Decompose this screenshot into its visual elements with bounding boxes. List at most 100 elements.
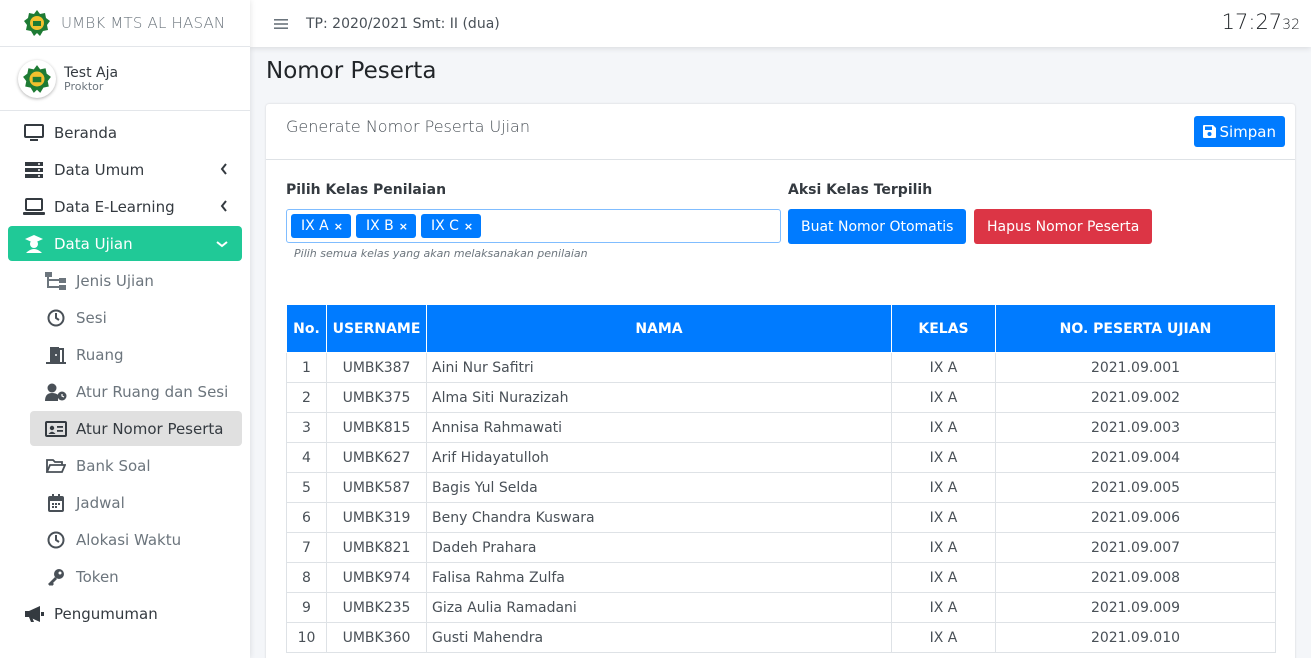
- server-icon: [25, 161, 43, 178]
- calendar-icon: [48, 493, 64, 512]
- cell-no-peserta: 2021.09.009: [995, 592, 1276, 623]
- table-row[interactable]: 1 UMBK387 Aini Nur Safitri IX A 2021.09.001: [286, 352, 1276, 383]
- cell-nama: Gusti Mahendra: [426, 622, 892, 653]
- sidebar-item-atur-ruang-sesi[interactable]: Atur Ruang dan Sesi: [30, 374, 242, 409]
- sidebar-item-bank-soal[interactable]: Bank Soal: [30, 448, 242, 483]
- table-row[interactable]: 3 UMBK815 Annisa Rahmawati IX A 2021.09.003: [286, 412, 1276, 443]
- cell-no: 6: [286, 502, 327, 533]
- chevron-down-icon: [216, 241, 228, 248]
- chevron-left-icon: [220, 200, 227, 212]
- brand[interactable]: UMBK MTS AL HASAN: [0, 0, 250, 47]
- cell-no-peserta: 2021.09.004: [995, 442, 1276, 473]
- cell-no-peserta: 2021.09.002: [995, 382, 1276, 413]
- cell-no: 8: [286, 562, 327, 593]
- sidebar-item-label: Data Ujian: [54, 234, 133, 253]
- cell-kelas: IX A: [891, 472, 996, 503]
- generate-auto-button[interactable]: Buat Nomor Otomatis: [788, 209, 967, 244]
- cell-kelas: IX A: [891, 562, 996, 593]
- kelas-tag[interactable]: IX A ×: [291, 214, 351, 238]
- sidebar-item-alokasi-waktu[interactable]: Alokasi Waktu: [30, 522, 242, 557]
- sidebar-item-beranda[interactable]: Beranda: [8, 115, 242, 150]
- cell-username: UMBK587: [326, 472, 427, 503]
- user-logo-icon: [23, 64, 51, 93]
- page-title: Nomor Peserta: [266, 58, 437, 84]
- sidebar-item-token[interactable]: Token: [30, 559, 242, 594]
- hamburger-menu-icon[interactable]: [274, 18, 288, 30]
- sidebar-item-jenis-ujian[interactable]: Jenis Ujian: [30, 263, 242, 298]
- table-row[interactable]: 7 UMBK821 Dadeh Prahara IX A 2021.09.007: [286, 532, 1276, 563]
- user-name: Test Aja: [64, 64, 119, 81]
- cell-username: UMBK319: [326, 502, 427, 533]
- monitor-icon: [24, 123, 44, 141]
- kelas-tag[interactable]: IX B ×: [355, 214, 416, 238]
- cell-no: 3: [286, 412, 327, 443]
- sidebar-item-jadwal[interactable]: Jadwal: [30, 485, 242, 520]
- cell-kelas: IX A: [891, 352, 996, 383]
- cell-kelas: IX A: [891, 412, 996, 443]
- column-header-no[interactable]: No.: [286, 304, 327, 353]
- cell-username: UMBK375: [326, 382, 427, 413]
- cell-no: 4: [286, 442, 327, 473]
- cell-nama: Aini Nur Safitri: [426, 352, 892, 383]
- kelas-tag[interactable]: IX C ×: [420, 214, 482, 238]
- cell-no: 5: [286, 472, 327, 503]
- cell-username: UMBK360: [326, 622, 427, 653]
- sidebar-item-data-elearning[interactable]: Data E-Learning: [8, 189, 242, 224]
- sidebar-item-sesi[interactable]: Sesi: [30, 300, 242, 335]
- save-button[interactable]: Simpan: [1194, 116, 1285, 147]
- table-row[interactable]: 8 UMBK974 Falisa Rahma Zulfa IX A 2021.09.00…: [286, 562, 1276, 593]
- table-row[interactable]: 9 UMBK235 Giza Aulia Ramadani IX A 2021.09.0…: [286, 592, 1276, 623]
- sidebar-item-label: Data E-Learning: [54, 197, 175, 216]
- delete-numbers-button[interactable]: Hapus Nomor Peserta: [974, 209, 1153, 244]
- cell-nama: Alma Siti Nurazizah: [426, 382, 892, 413]
- cell-nama: Giza Aulia Ramadani: [426, 592, 892, 623]
- cell-username: UMBK821: [326, 532, 427, 563]
- cell-no-peserta: 2021.09.001: [995, 352, 1276, 383]
- remove-tag-icon[interactable]: ×: [334, 220, 343, 233]
- sidebar-submenu-data-ujian: Jenis Ujian Sesi Ruang Atur Ruang dan Se…: [8, 263, 242, 594]
- table-row[interactable]: 6 UMBK319 Beny Chandra Kuswara IX A 2021.09.…: [286, 502, 1276, 533]
- sidebar-item-label: Beranda: [54, 123, 118, 142]
- user-clock-icon: [45, 383, 67, 401]
- column-header-username[interactable]: USERNAME: [326, 304, 427, 353]
- chevron-left-icon: [220, 163, 227, 175]
- laptop-icon: [23, 197, 45, 215]
- table-row[interactable]: 5 UMBK587 Bagis Yul Selda IX A 2021.09.005: [286, 472, 1276, 503]
- table-row[interactable]: 10 UMBK360 Gusti Mahendra IX A 2021.09.010: [286, 622, 1276, 653]
- sidebar-item-data-umum[interactable]: Data Umum: [8, 152, 242, 187]
- sidebar-item-pengumuman[interactable]: Pengumuman: [8, 596, 242, 631]
- academic-period: TP: 2020/2021 Smt: II (dua): [306, 15, 500, 32]
- sidebar-item-label: Token: [76, 567, 119, 586]
- sidebar-item-data-ujian[interactable]: Data Ujian: [8, 226, 242, 261]
- user-role: Proktor: [64, 79, 104, 93]
- kelas-multiselect[interactable]: IX A × IX B × IX C ×: [286, 209, 781, 243]
- sidebar-item-ruang[interactable]: Ruang: [30, 337, 242, 372]
- bullhorn-icon: [25, 605, 44, 622]
- column-header-no-peserta[interactable]: NO. PESERTA UJIAN: [995, 304, 1276, 353]
- avatar: [18, 59, 56, 98]
- cell-no-peserta: 2021.09.006: [995, 502, 1276, 533]
- cell-username: UMBK627: [326, 442, 427, 473]
- sidebar-nav: Beranda Data Umum Data E-Learning Data U…: [0, 111, 250, 631]
- sidebar-item-label: Atur Nomor Peserta: [76, 419, 224, 438]
- cell-no: 10: [286, 622, 327, 653]
- cell-nama: Arif Hidayatulloh: [426, 442, 892, 473]
- cell-no: 1: [286, 352, 327, 383]
- remove-tag-icon[interactable]: ×: [464, 220, 473, 233]
- table-row[interactable]: 2 UMBK375 Alma Siti Nurazizah IX A 2021.09.0…: [286, 382, 1276, 413]
- cell-no-peserta: 2021.09.007: [995, 532, 1276, 563]
- cell-no-peserta: 2021.09.010: [995, 622, 1276, 653]
- sidebar-item-label: Data Umum: [54, 160, 145, 179]
- table-row[interactable]: 4 UMBK627 Arif Hidayatulloh IX A 2021.09.004: [286, 442, 1276, 473]
- sidebar-item-atur-nomor-peserta[interactable]: Atur Nomor Peserta: [30, 411, 242, 446]
- cell-username: UMBK815: [326, 412, 427, 443]
- column-header-kelas[interactable]: KELAS: [891, 304, 996, 353]
- remove-tag-icon[interactable]: ×: [399, 220, 408, 233]
- column-header-nama[interactable]: NAMA: [426, 304, 892, 353]
- user-panel[interactable]: Test Aja Proktor: [0, 47, 250, 111]
- clock-seconds: 32: [1282, 17, 1300, 33]
- cell-nama: Annisa Rahmawati: [426, 412, 892, 443]
- kelas-tag-label: IX A: [301, 218, 329, 234]
- cell-no: 2: [286, 382, 327, 413]
- folder-open-icon: [46, 458, 66, 473]
